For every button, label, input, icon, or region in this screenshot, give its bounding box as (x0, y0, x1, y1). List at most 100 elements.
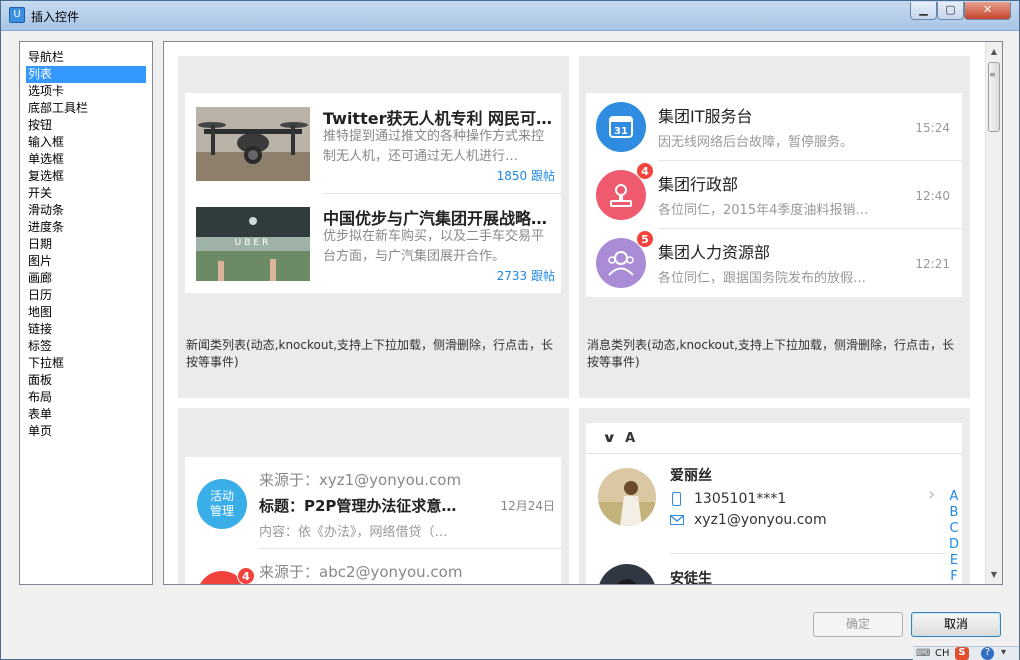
contact-photo (598, 468, 656, 526)
mail-date: 12月24日 (500, 499, 555, 513)
minimize-button[interactable]: ▁ (910, 2, 937, 20)
mail-list-card[interactable]: 活动 管理 来源于：xyz1@yonyou.com 标题：P2P管理办法征求意… … (178, 408, 569, 584)
nav-item[interactable]: 单选框 (26, 151, 146, 168)
nav-item[interactable]: 列表 (26, 66, 146, 83)
email-icon (670, 515, 684, 525)
message-item[interactable]: 4 集团行政部 各位同仁，2015年4季度油料报销… 12:40 (586, 161, 962, 229)
news-list-panel: Twitter获无人机专利 网民可发… 推特提到通过推文的各种操作方式来控制无人… (185, 93, 561, 293)
mail-item[interactable]: 活动 管理 来源于：xyz1@yonyou.com 标题：P2P管理办法征求意… … (185, 457, 561, 549)
news-comment-count: 2733 跟帖 (496, 269, 555, 283)
nav-item[interactable]: 日历 (26, 287, 146, 304)
message-body: 各位同仁，跟据国务院发布的放假… (658, 271, 867, 286)
nav-item[interactable]: 选项卡 (26, 83, 146, 100)
help-icon[interactable]: ? (981, 647, 994, 660)
unread-badge: 4 (636, 162, 654, 180)
contact-name: 爱丽丝 (670, 468, 712, 484)
index-letter[interactable]: D (948, 537, 960, 553)
ime-icon[interactable]: S (955, 647, 969, 660)
contact-name: 安徒生 (670, 571, 712, 585)
group-header: ∨ A (601, 431, 636, 446)
dropdown-icon[interactable]: ▾ (1001, 647, 1006, 658)
index-letter[interactable]: F (948, 569, 960, 584)
lang-indicator[interactable]: CH (935, 648, 950, 659)
chevron-right-icon: › (928, 484, 936, 505)
uber-photo: UBER (196, 207, 310, 281)
preview-area: Twitter获无人机专利 网民可发… 推特提到通过推文的各种操作方式来控制无人… (163, 41, 1003, 585)
nav-item[interactable]: 导航栏 (26, 49, 146, 66)
nav-item[interactable]: 表单 (26, 406, 146, 423)
contact-phone: 1305101***1 (694, 491, 787, 507)
nav-item[interactable]: 复选框 (26, 168, 146, 185)
nav-item[interactable]: 布局 (26, 389, 146, 406)
contact-email: xyz1@yonyou.com (694, 512, 827, 528)
nav-item[interactable]: 链接 (26, 321, 146, 338)
nav-item[interactable]: 单页 (26, 423, 146, 440)
phone-icon (672, 492, 681, 506)
maximize-button[interactable]: ▢ (937, 2, 964, 20)
app-icon: U (9, 7, 25, 23)
keyboard-icon: ⌨ (916, 648, 931, 659)
calendar-icon: 31 (596, 102, 646, 152)
nav-item[interactable]: 标签 (26, 338, 146, 355)
message-list-card[interactable]: 31 集团IT服务台 因无线网络后台故障，暂停服务。 15:24 4 集团行政部… (579, 56, 970, 398)
message-time: 15:24 (915, 121, 950, 135)
nav-item[interactable]: 画廊 (26, 270, 146, 287)
index-letter[interactable]: B (948, 505, 960, 521)
nav-item[interactable]: 日期 (26, 236, 146, 253)
group-letter: A (625, 431, 636, 446)
activity-avatar: 活动 管理 (197, 479, 247, 529)
message-time: 12:21 (915, 257, 950, 271)
calendar-day: 31 (614, 126, 628, 137)
nav-item[interactable]: 底部工具栏 (26, 100, 146, 117)
nav-item[interactable]: 面板 (26, 372, 146, 389)
news-body: 推特提到通过推文的各种操作方式来控制无人机，还可通过无人机进行… (323, 129, 545, 164)
mail-from: 来源于：abc2@yonyou.com (259, 563, 463, 581)
ok-button[interactable]: 确定 (813, 612, 903, 637)
nav-item[interactable]: 地图 (26, 304, 146, 321)
insert-control-dialog: U 插入控件 ▁ ▢ ✕ 导航栏 列表 选项卡 底部工具栏 按钮 输入框 单选框 复选框 开关滑… (0, 0, 1020, 660)
news-body: 优步拟在新车购买，以及二手车交易平台方面，与广汽集团展开合作。 (323, 229, 545, 264)
title-bar[interactable]: U 插入控件 ▁ ▢ ✕ (1, 1, 1019, 31)
message-item[interactable]: 5 集团人力资源部 各位同仁，跟据国务院发布的放假… 12:21 (586, 229, 962, 297)
news-comment-count: 1850 跟帖 (496, 169, 555, 183)
message-title: 集团IT服务台 (658, 107, 753, 126)
cancel-button[interactable]: 取消 (911, 612, 1001, 637)
nav-item[interactable]: 滑动条 (26, 202, 146, 219)
news-item[interactable]: Twitter获无人机专利 网民可发… 推特提到通过推文的各种操作方式来控制无人… (185, 93, 561, 193)
window-title: 插入控件 (31, 10, 80, 24)
news-title: Twitter获无人机专利 网民可发… (323, 109, 555, 128)
contact-item[interactable]: 安徒生 (586, 554, 962, 585)
index-letter[interactable]: E (948, 553, 960, 569)
message-body: 因无线网络后台故障，暂停服务。 (658, 135, 854, 150)
nav-item[interactable]: 开关 (26, 185, 146, 202)
vertical-scrollbar[interactable]: ▲ ≡ ▼ (985, 42, 1002, 584)
contact-list-card[interactable]: ∨ A 爱丽丝 1305101***1 xyz1@yonyou.com › 安徒… (579, 408, 970, 585)
grip-icon: ≡ (989, 70, 996, 79)
control-type-list[interactable]: 导航栏 列表 选项卡 底部工具栏 按钮 输入框 单选框 复选框 开关 滑动条 进度条 日期 图片 画廊 日历… (19, 41, 153, 585)
mail-title: 标题：P2P管理办法征求意… (259, 497, 457, 515)
news-title: 中国优步与广汽集团开展战略… (323, 209, 548, 228)
index-letter[interactable]: C (948, 521, 960, 537)
message-list-panel: 31 集团IT服务台 因无线网络后台故障，暂停服务。 15:24 4 集团行政部… (586, 93, 962, 297)
nav-item[interactable]: 进度条 (26, 219, 146, 236)
index-letter[interactable]: A (948, 489, 960, 505)
news-item[interactable]: UBER 中国优步与广汽集团开展战略… 优步拟在新车购买，以及二手车交易平台方面… (185, 193, 561, 293)
news-list-description: 新闻类列表(动态,knockout,支持上下拉加载，侧滑删除，行点击，长按等事件… (186, 338, 553, 369)
nav-item[interactable]: 按钮 (26, 117, 146, 134)
news-list-card[interactable]: Twitter获无人机专利 网民可发… 推特提到通过推文的各种操作方式来控制无人… (178, 56, 569, 398)
mail-list-panel: 活动 管理 来源于：xyz1@yonyou.com 标题：P2P管理办法征求意… … (185, 457, 561, 584)
scroll-up-icon[interactable]: ▲ (986, 44, 1002, 60)
nav-item[interactable]: 图片 (26, 253, 146, 270)
mail-item[interactable]: 4 来源于：abc2@yonyou.com (185, 549, 561, 584)
unread-badge: 5 (636, 230, 654, 248)
chevron-down-icon: ∨ (601, 431, 617, 446)
system-tray: ⌨ CH S ? ▾ (913, 646, 1019, 660)
scroll-down-icon[interactable]: ▼ (986, 567, 1002, 583)
drone-photo (196, 107, 310, 181)
message-item[interactable]: 31 集团IT服务台 因无线网络后台故障，暂停服务。 15:24 (586, 93, 962, 161)
message-time: 12:40 (915, 189, 950, 203)
nav-item[interactable]: 下拉框 (26, 355, 146, 372)
contact-item[interactable]: 爱丽丝 1305101***1 xyz1@yonyou.com › (586, 454, 962, 536)
nav-item[interactable]: 输入框 (26, 134, 146, 151)
close-button[interactable]: ✕ (964, 2, 1011, 20)
